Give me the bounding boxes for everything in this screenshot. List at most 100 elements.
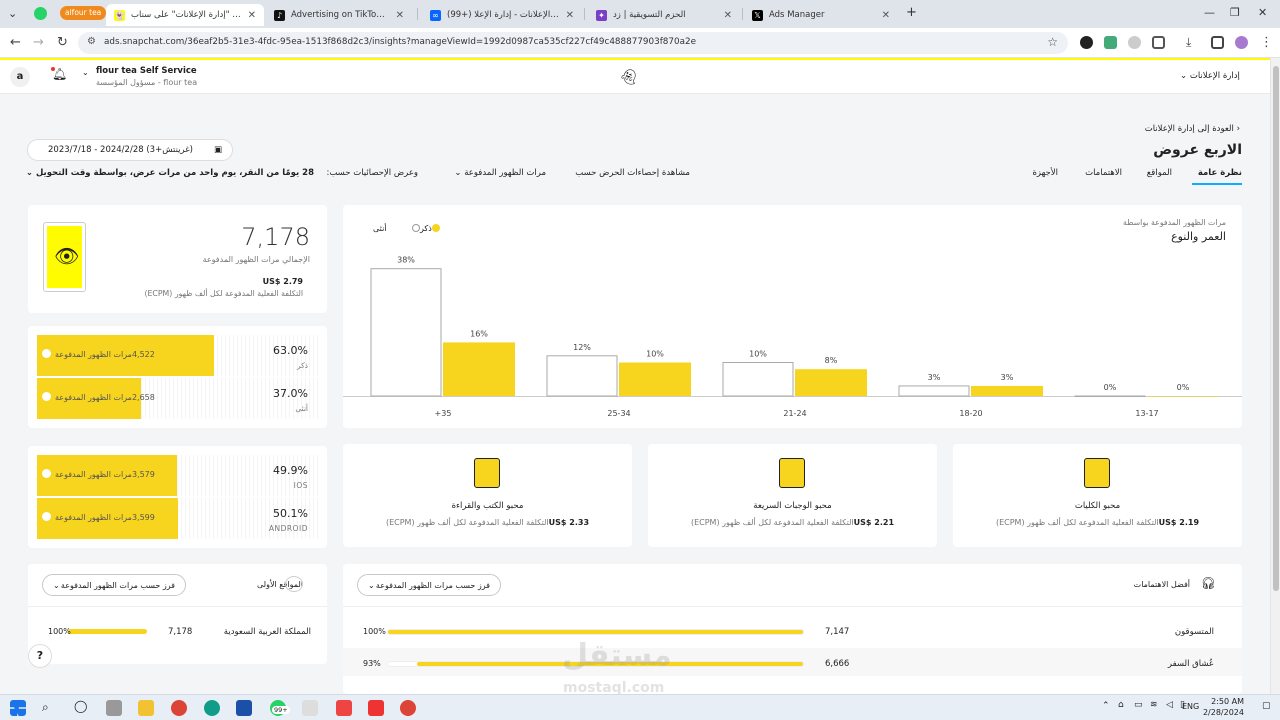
tabs-bar: نظرة عامة المواقع الاهتمامات الأجهزة <box>1000 166 1242 186</box>
locations-sort-dropdown[interactable]: فرز حسب مرات الظهور المدفوعة ⌄ <box>42 574 186 596</box>
extension-icon[interactable] <box>1080 36 1093 49</box>
date-range-picker[interactable]: 2023/7/18 - 2024/2/28 (غرينتش+3) ▣ <box>28 140 232 160</box>
close-icon[interactable]: ✕ <box>248 10 256 21</box>
download-icon[interactable]: ⤓ <box>1186 35 1191 50</box>
attribution-select[interactable]: 28 يومًا من النقر، يوم واحد من مرات عرض،… <box>26 168 314 178</box>
tab-zid[interactable]: ✦ الحزم التسويقية | زد ✕ <box>588 4 740 26</box>
ecpm-value: 2.79 $US <box>262 277 303 286</box>
age-gender-chart-card: مرات الظهور المدفوعة بواسطة العمر والنوع… <box>343 205 1242 428</box>
tray-chevron-icon[interactable]: ⌃ <box>1102 701 1110 711</box>
office-icon[interactable] <box>336 700 352 716</box>
interest-progress-bar <box>388 630 803 634</box>
edge-icon[interactable] <box>204 700 220 716</box>
avatar[interactable]: a <box>10 67 30 87</box>
close-icon[interactable]: ✕ <box>566 10 574 21</box>
stats-by-select[interactable]: مرات الظهور المدفوعة ⌄ <box>454 168 546 178</box>
bar-female[interactable] <box>619 362 691 397</box>
search-icon[interactable]: ⌕ <box>42 700 49 715</box>
windows-start-icon[interactable] <box>10 700 26 716</box>
extensions-puzzle-icon[interactable] <box>1152 36 1165 49</box>
snapchat-icon: 👻 <box>114 9 125 21</box>
tab-search-icon[interactable]: ⌄ <box>8 7 17 20</box>
account-name[interactable]: flour tea Self Service <box>96 66 197 76</box>
help-icon[interactable]: ? <box>28 644 52 668</box>
bar-female[interactable] <box>971 385 1043 396</box>
ads-manager-nav[interactable]: إدارة الإعلانات ⌄ <box>1180 71 1240 81</box>
tab-locations[interactable]: المواقع <box>1147 168 1172 178</box>
legend-female-swatch <box>431 224 440 232</box>
profile-avatar-icon[interactable] <box>1235 36 1248 49</box>
location-progress-bar <box>68 629 147 634</box>
widgets-icon[interactable] <box>106 700 122 716</box>
tab-interests[interactable]: الاهتمامات <box>1085 168 1122 178</box>
forward-icon[interactable]: → <box>33 35 44 50</box>
interests-sort-dropdown[interactable]: فرز حسب مرات الظهور المدفوعة ⌄ <box>357 574 501 596</box>
x-icon: 𝕏 <box>752 9 763 21</box>
browser-tab-strip: ⌄ alfour tea 👻 منصة "إدارة الإعلانات" عل… <box>0 0 1280 28</box>
chart-legend: ذكر أنثى <box>373 224 440 233</box>
tab-x-ads[interactable]: 𝕏 Ads Manager ✕ <box>744 4 898 26</box>
bar-male[interactable] <box>1074 395 1146 397</box>
page-scrollbar[interactable] <box>1270 58 1280 694</box>
extension-icon[interactable] <box>1104 36 1117 49</box>
bookmark-star-icon[interactable]: ☆ <box>1047 35 1058 49</box>
top-interests-card: أفضل الاهتمامات 🎧︎ فرز حسب مرات الظهور ا… <box>343 564 1242 694</box>
address-bar[interactable]: ⚙ ads.snapchat.com/36eaf2b5-31e3-4fdc-95… <box>78 32 1068 54</box>
notifications-icon[interactable]: ▢ <box>1262 701 1271 711</box>
extension-icon[interactable] <box>1128 36 1141 49</box>
legend-male-swatch <box>411 224 420 232</box>
minimize-button[interactable]: — <box>1204 6 1215 19</box>
bar-male[interactable] <box>898 385 970 397</box>
account-role: مسؤول المؤسسة - flour tea <box>96 78 198 87</box>
data-label-female: 16% <box>470 329 488 338</box>
close-window-button[interactable]: ✕ <box>1258 6 1267 19</box>
data-label-female: 10% <box>646 350 664 359</box>
volume-icon[interactable]: ◁ <box>1166 700 1173 710</box>
tray-icon[interactable]: ⌂ <box>1118 700 1124 710</box>
tab-devices[interactable]: الأجهزة <box>1032 168 1058 178</box>
chrome-icon[interactable] <box>171 700 187 716</box>
clock-date[interactable]: 2/28/2024 <box>1202 708 1244 717</box>
wifi-icon[interactable]: ≋ <box>1150 700 1158 710</box>
bar-male[interactable] <box>370 268 442 397</box>
tray-icon[interactable]: ▭ <box>1134 700 1143 710</box>
tab-meta[interactable]: ∞ (99+) مدير الإعلانات - إدارة الإعلا ✕ <box>422 4 582 26</box>
bar-male[interactable] <box>546 355 618 397</box>
close-icon[interactable]: ✕ <box>724 10 732 21</box>
tiktok-icon: ♪ <box>274 9 285 21</box>
site-info-icon[interactable]: ⚙ <box>87 36 96 47</box>
chevron-down-icon[interactable]: ⌄ <box>82 68 89 77</box>
data-label-female: 0% <box>1177 383 1190 392</box>
bar-male[interactable] <box>722 362 794 397</box>
back-icon[interactable]: ← <box>10 35 21 50</box>
bar-female[interactable] <box>443 342 515 396</box>
chrome-profile-icon[interactable] <box>400 700 416 716</box>
tab-snapchat[interactable]: 👻 منصة "إدارة الإعلانات" على سناب ✕ <box>106 4 264 26</box>
data-label-female: 3% <box>1001 373 1014 382</box>
snapchat-ghost-icon[interactable]: 👻︎ <box>619 68 638 86</box>
clock-time[interactable]: 2:50 AM <box>1208 697 1244 706</box>
reload-icon[interactable]: ↻ <box>57 35 68 50</box>
data-label-male: 12% <box>573 343 591 352</box>
eye-icon: 👁︎ <box>54 244 80 268</box>
back-link[interactable]: ‹ العودة إلى إدارة الإعلانات <box>1000 124 1240 134</box>
close-icon[interactable]: ✕ <box>882 10 890 21</box>
file-explorer-icon[interactable] <box>138 700 154 716</box>
bar-female[interactable] <box>1147 396 1219 397</box>
anydesk-icon[interactable] <box>368 700 384 716</box>
language-indicator[interactable]: ENG <box>1182 702 1199 711</box>
new-tab-button[interactable]: + <box>906 5 917 20</box>
tab-overview[interactable]: نظرة عامة <box>1198 168 1242 178</box>
task-view-icon[interactable]: ◯ <box>74 699 87 713</box>
info-icon <box>42 469 51 478</box>
profile-chip[interactable]: alfour tea <box>60 6 107 20</box>
clock-app-icon[interactable] <box>302 700 318 716</box>
close-icon[interactable]: ✕ <box>396 10 404 21</box>
bar-female[interactable] <box>795 369 867 396</box>
restore-button[interactable]: ❐ <box>1230 6 1240 19</box>
whatsapp-icon[interactable] <box>34 7 47 20</box>
tab-tiktok[interactable]: ♪ Advertising on TikTok | TikTok A ✕ <box>266 4 412 26</box>
menu-icon[interactable]: ⋮ <box>1260 35 1273 50</box>
sidepanel-icon[interactable] <box>1211 36 1224 49</box>
store-icon[interactable] <box>236 700 252 716</box>
